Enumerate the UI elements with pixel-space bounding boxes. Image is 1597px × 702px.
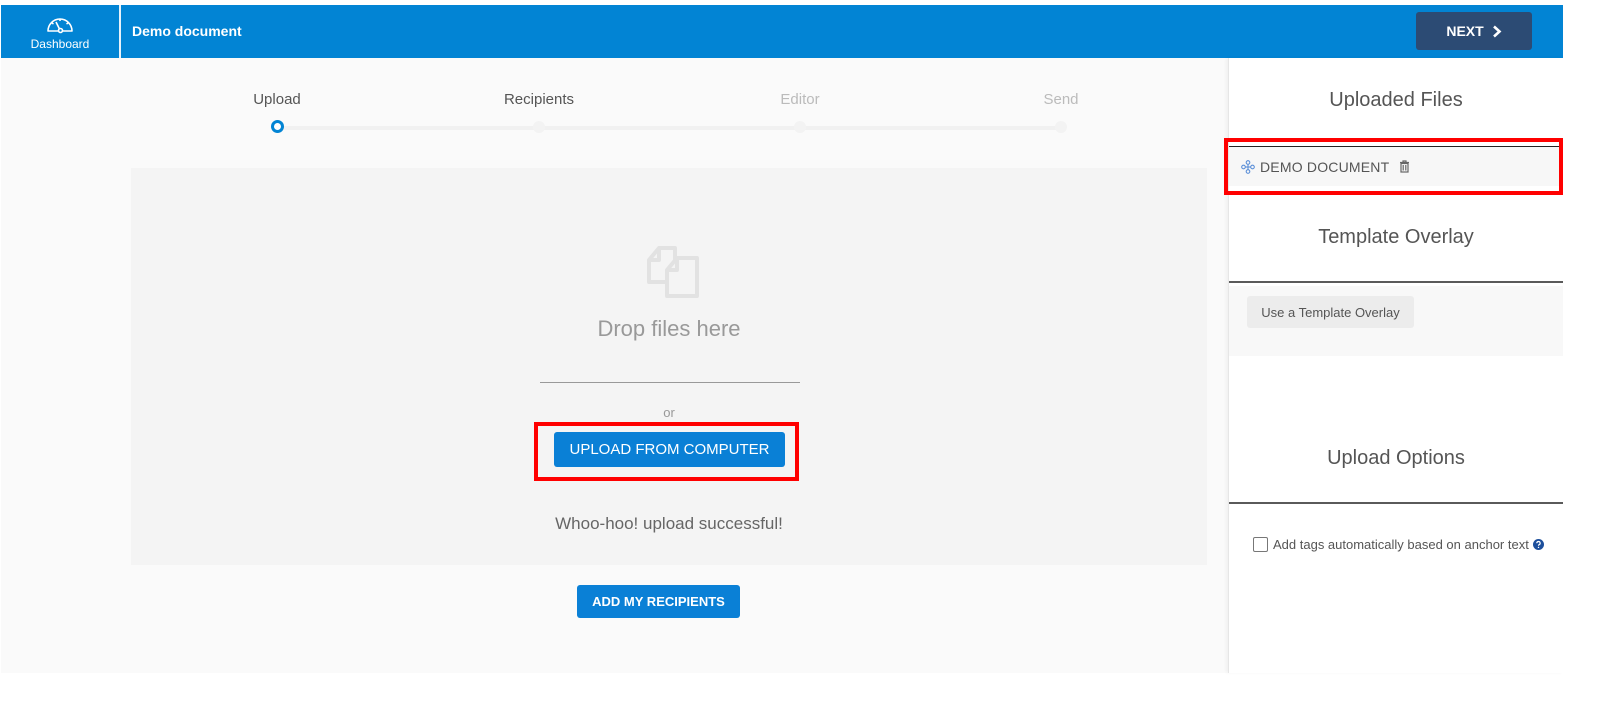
step-recipients[interactable]: Recipients	[459, 91, 619, 133]
upload-status-text: Whoo-hoo! upload successful!	[555, 514, 783, 533]
step-dot	[271, 120, 284, 133]
step-upload[interactable]: Upload	[197, 91, 357, 133]
trash-icon[interactable]	[1399, 160, 1410, 173]
step-editor: Editor	[720, 91, 880, 133]
app-window: Dashboard Demo document NEXT Upload Reci…	[1, 5, 1563, 673]
anchor-tags-label[interactable]: Add tags automatically based on anchor t…	[1273, 537, 1529, 552]
stepper-track	[273, 126, 1061, 130]
top-bar: Dashboard Demo document NEXT	[1, 5, 1563, 58]
template-overlay-heading: Template Overlay	[1318, 226, 1474, 248]
use-template-overlay-button[interactable]: Use a Template Overlay	[1247, 296, 1414, 328]
move-icon[interactable]	[1241, 159, 1255, 174]
file-name: DEMO DOCUMENT	[1260, 158, 1390, 175]
file-dropzone[interactable]: Drop files here or UPLOAD FROM COMPUTER …	[131, 168, 1207, 565]
upload-options-heading: Upload Options	[1327, 447, 1465, 469]
drop-files-text: Drop files here	[597, 316, 741, 341]
question-circle-icon[interactable]	[1532, 539, 1544, 550]
right-sidebar: Uploaded Files DEMO DOCUMENT Template Ov…	[1228, 58, 1563, 673]
step-label: Recipients	[503, 91, 575, 108]
uploaded-file-item[interactable]: DEMO DOCUMENT	[1229, 146, 1563, 186]
divider	[540, 382, 800, 383]
step-dot	[1055, 121, 1067, 133]
next-button[interactable]: NEXT	[1416, 12, 1532, 50]
anchor-tags-option: Add tags automatically based on anchor t…	[1253, 537, 1544, 552]
chevron-right-icon	[1492, 25, 1502, 37]
step-label: Upload	[253, 91, 301, 108]
upload-from-computer-button[interactable]: UPLOAD FROM COMPUTER	[554, 432, 785, 467]
section-divider	[1229, 281, 1563, 283]
add-my-recipients-button[interactable]: ADD MY RECIPIENTS	[577, 585, 740, 618]
files-icon	[647, 246, 699, 298]
dashboard-button[interactable]: Dashboard	[1, 5, 121, 58]
step-send: Send	[981, 91, 1141, 133]
dashboard-label: Dashboard	[30, 36, 90, 51]
anchor-tags-checkbox[interactable]	[1253, 537, 1268, 552]
speedometer-icon	[47, 17, 73, 33]
document-title: Demo document	[132, 23, 242, 39]
step-label: Editor	[780, 91, 820, 108]
template-overlay-section: Use a Template Overlay	[1229, 286, 1563, 356]
step-label: Send	[1043, 91, 1079, 108]
next-label: NEXT	[1446, 23, 1484, 39]
uploaded-files-heading: Uploaded Files	[1329, 89, 1463, 111]
step-dot	[794, 121, 806, 133]
or-text: or	[663, 405, 675, 420]
progress-stepper: Upload Recipients Editor Send	[131, 58, 1206, 168]
section-divider	[1229, 502, 1563, 504]
step-dot	[533, 121, 545, 133]
